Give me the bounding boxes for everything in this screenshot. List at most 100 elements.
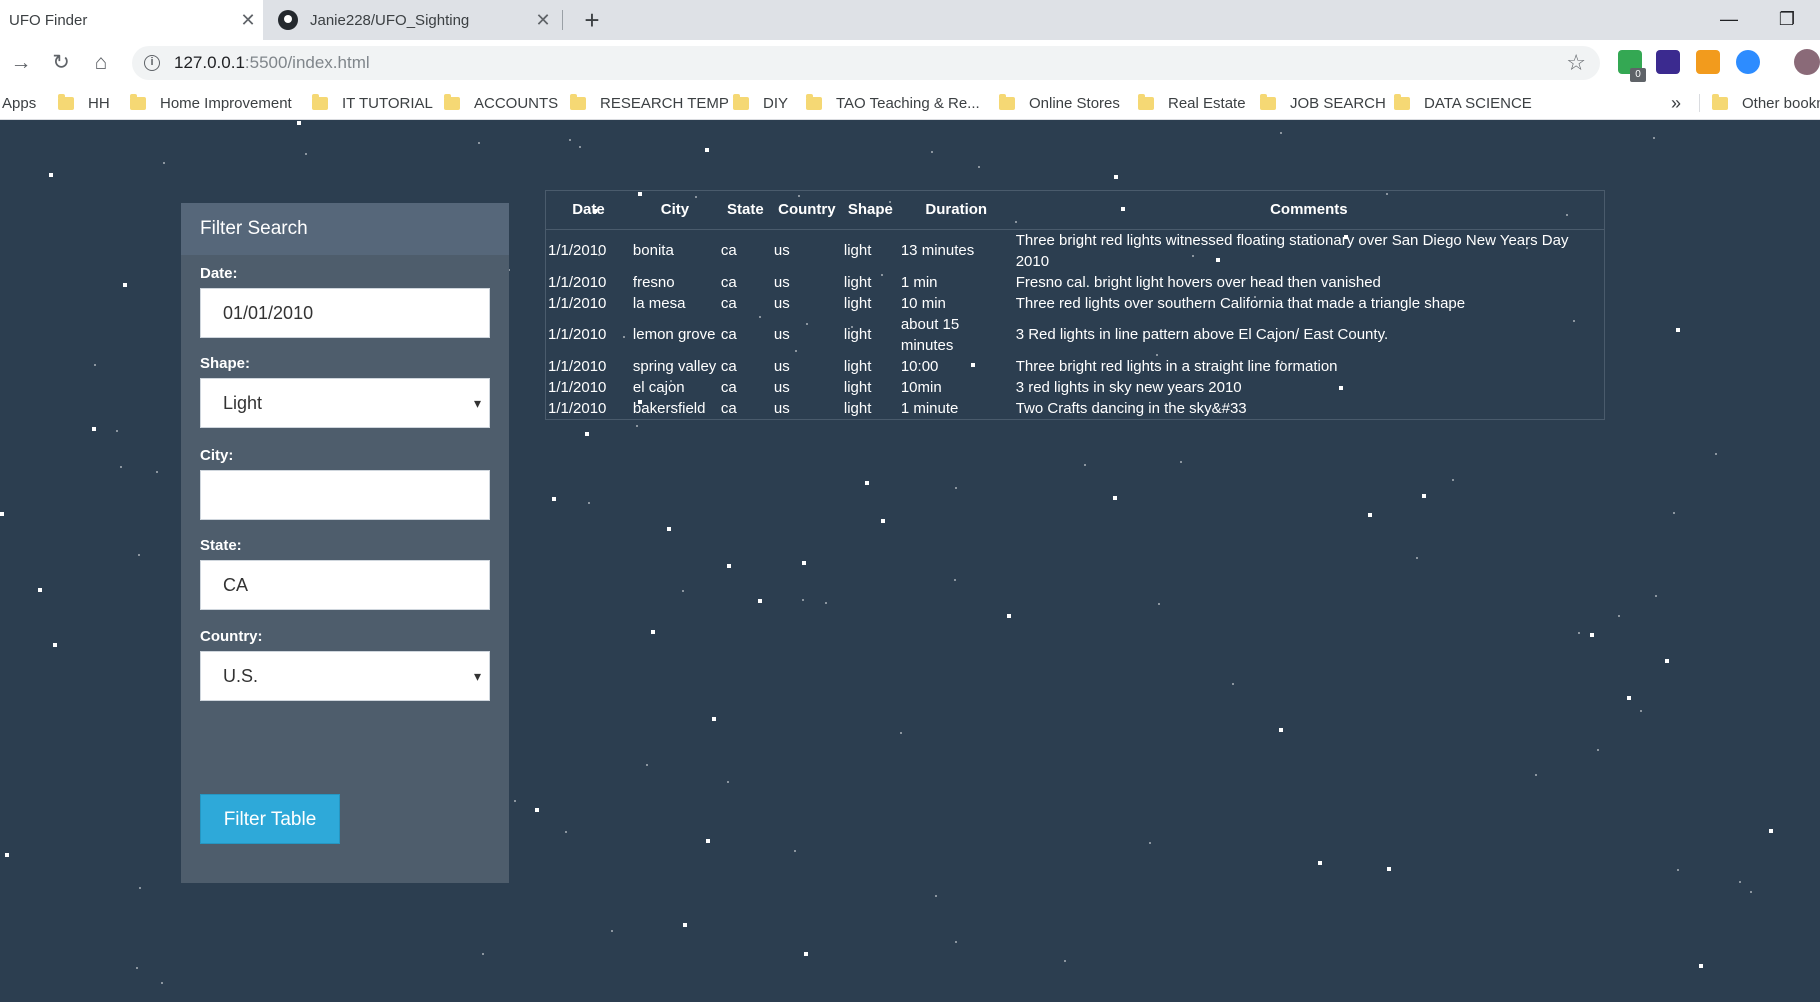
header-date[interactable]: Date [546,191,631,230]
bookmark-tao-teaching[interactable]: TAO Teaching & Re... [806,86,980,120]
tab-github[interactable]: Janie228/UFO_Sighting ✕ [268,0,558,40]
bookmark-label: IT TUTORIAL [342,94,433,112]
cell-duration: 13 minutes [900,242,975,259]
folder-icon [312,93,328,110]
bookmark-real-estate[interactable]: Real Estate [1138,86,1246,120]
city-input[interactable] [200,470,490,520]
back-arrow-icon[interactable]: → [6,48,36,78]
cell-city: el cajon [632,378,685,396]
close-icon[interactable]: ✕ [233,10,263,31]
cell-shape: light [843,357,872,375]
home-icon[interactable]: ⌂ [86,48,116,78]
bookmark-label: TAO Teaching & Re... [836,94,980,112]
bookmark-it-tutorial[interactable]: IT TUTORIAL [312,86,433,120]
star-dot [705,148,709,152]
star-dot [727,564,731,568]
star-dot [954,579,956,581]
header-state[interactable]: State [718,191,772,230]
shape-label: Shape: [200,355,251,372]
new-tab-button[interactable]: + [576,4,608,36]
cell-state: ca [720,294,737,312]
tab-ufo-finder[interactable]: UFO Finder ✕ [0,0,263,40]
bookmark-research-temp[interactable]: RESEARCH TEMP [570,86,729,120]
star-dot [1149,842,1151,844]
star-dot [305,153,307,155]
bookmark-online-stores[interactable]: Online Stores [999,86,1120,120]
star-dot [900,732,902,734]
bookmarks-bar: Apps HH Home Improvement IT TUTORIAL ACC… [0,86,1820,120]
star-dot [116,430,118,432]
star-dot [683,923,687,927]
star-dot [1665,659,1669,663]
cell-shape: light [843,273,872,291]
star-dot [1280,132,1282,134]
bookmark-home-improvement[interactable]: Home Improvement [130,86,292,120]
header-city[interactable]: City [630,191,719,230]
country-select[interactable]: U.S. [200,651,490,701]
bookmark-label: Apps [2,94,37,112]
filter-table-button[interactable]: Filter Table [200,794,340,844]
folder-icon [733,93,749,110]
url-host: 127.0.0.1 [174,53,245,72]
bookmark-star-icon[interactable]: ☆ [1566,50,1586,76]
star-dot [1318,861,1322,865]
star-dot [49,173,53,177]
header-shape[interactable]: Shape [841,191,899,230]
date-label: Date: [200,265,238,282]
star-dot [804,952,808,956]
star-dot [1279,728,1283,732]
star-dot [478,142,480,144]
cell-city: fresno [632,273,675,291]
cell-city: spring valley [632,357,717,375]
table-header-row: Date City State Country Shape Duration C… [546,191,1604,230]
cell-date: 1/1/2010 [548,242,607,259]
cell-country: us [773,294,790,312]
extension-mail-icon[interactable] [1656,50,1680,74]
cell-state: ca [720,399,737,417]
bookmark-diy[interactable]: DIY [733,86,788,120]
header-country[interactable]: Country [771,191,842,230]
restore-button[interactable]: ❐ [1764,4,1810,34]
cell-city: la mesa [632,294,686,312]
cell-shape: light [843,294,872,312]
bookmark-other[interactable]: Other bookm [1712,86,1820,120]
header-comments[interactable]: Comments [1013,191,1604,230]
cell-country: us [773,326,790,343]
star-dot [1084,464,1086,466]
reload-icon[interactable]: ↻ [46,48,76,78]
page-content: Filter Search Date: 01/01/2010 Shape: Li… [0,121,1820,1002]
bookmark-data-science[interactable]: DATA SCIENCE [1394,86,1532,120]
extension-zoom-icon[interactable] [1736,50,1760,74]
url-text: 127.0.0.1:5500/index.html [174,53,370,73]
star-dot [1368,513,1372,517]
bookmark-label: Home Improvement [160,94,292,112]
cell-country: us [773,273,790,291]
bookmark-accounts[interactable]: ACCOUNTS [444,86,558,120]
header-duration[interactable]: Duration [898,191,1014,230]
table-row: 1/1/2010 bakersfield ca us light 1 minut… [546,398,1604,419]
bookmark-label: Real Estate [1168,94,1246,112]
extension-bag-icon[interactable] [1696,50,1720,74]
tab-title: UFO Finder [9,11,88,29]
table-row: 1/1/2010 fresno ca us light 1 min Fresno… [546,272,1604,293]
minimize-button[interactable]: — [1706,4,1752,34]
folder-icon [1260,93,1276,110]
shape-select[interactable]: Light [200,378,490,428]
address-bar[interactable]: i 127.0.0.1:5500/index.html ☆ [132,46,1600,80]
date-input[interactable]: 01/01/2010 [200,288,490,338]
info-icon[interactable]: i [144,55,160,71]
close-icon[interactable]: ✕ [528,10,558,31]
cell-shape: light [843,326,872,343]
bookmark-apps[interactable]: Apps [2,86,36,120]
bookmarks-overflow-button[interactable]: » [1671,86,1681,120]
folder-icon [130,93,146,110]
star-dot [1113,496,1117,500]
star-dot [667,527,671,531]
bookmark-hh[interactable]: HH [58,86,110,120]
state-input[interactable]: CA [200,560,490,610]
state-label: State: [200,537,242,554]
avatar[interactable] [1794,49,1820,75]
bookmark-job-search[interactable]: JOB SEARCH [1260,86,1386,120]
cell-comments: 3 red lights in sky new years 2010 [1015,378,1242,396]
city-label: City: [200,447,234,464]
